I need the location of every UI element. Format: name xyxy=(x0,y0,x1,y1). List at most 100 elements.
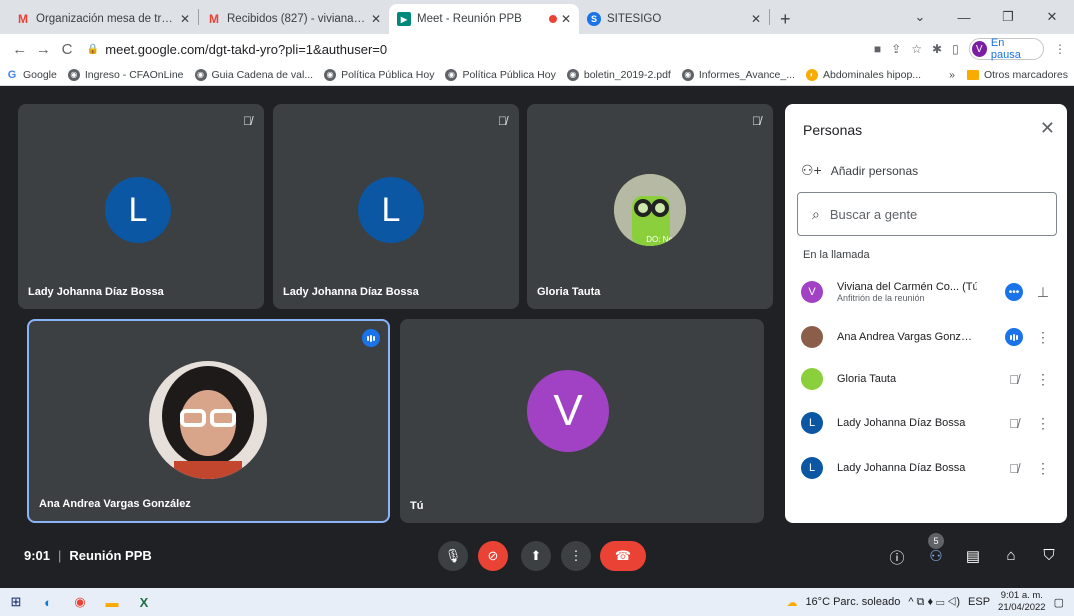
bookmark-google[interactable]: G Google xyxy=(6,69,57,81)
participant-tile-active[interactable]: Ana Andrea Vargas González xyxy=(27,319,390,523)
participant-name: Lady Johanna Díaz Bossa xyxy=(28,286,164,298)
restore-button[interactable]: ❐ xyxy=(986,9,1030,25)
speaking-indicator-icon xyxy=(362,329,380,347)
more-options-icon[interactable]: ⋮ xyxy=(1029,371,1057,388)
globe-icon: ◉ xyxy=(566,68,579,81)
notifications-icon[interactable]: ▢ xyxy=(1054,596,1064,609)
url-field[interactable]: 🔒 meet.google.com/dgt-takd-yro?pli=1&aut… xyxy=(87,37,874,61)
section-heading: En la llamada xyxy=(803,249,870,261)
mic-off-icon: 🎙̸ xyxy=(243,114,252,128)
info-icon[interactable]: ⓘ xyxy=(886,547,908,568)
minimize-button[interactable]: — xyxy=(942,10,986,25)
language-indicator[interactable]: ESP xyxy=(968,596,990,608)
close-tab-icon[interactable]: ✕ xyxy=(561,12,571,26)
close-tab-icon[interactable]: ✕ xyxy=(371,12,381,26)
bookmark-politica-1[interactable]: ◉ Política Pública Hoy xyxy=(324,68,434,81)
windows-start-icon[interactable]: ⊞ xyxy=(0,588,32,616)
pin-icon[interactable]: ⊥ xyxy=(1029,284,1057,301)
activities-icon[interactable]: ⌂ xyxy=(1000,547,1022,564)
close-tab-icon[interactable]: ✕ xyxy=(180,12,190,26)
person-row[interactable]: V Viviana del Carmén Co... (Tú) Anfitrió… xyxy=(801,274,1057,310)
globe-icon: ◉ xyxy=(324,68,337,81)
mic-off-icon: 🎙̸ xyxy=(1009,371,1019,387)
participant-name: Ana Andrea Vargas González xyxy=(39,498,191,510)
bookmark-informes[interactable]: ◉ Informes_Avance_... xyxy=(681,68,795,81)
meeting-name: Reunión PPB xyxy=(69,548,152,563)
browser-tab-bar: M Organización mesa de trabajo PP ✕ M Re… xyxy=(0,0,1074,34)
tray-icons[interactable]: ^ ⧉ ♦ ▭ ◁) xyxy=(908,596,960,609)
participant-tile[interactable]: 🎙̸ DO: Nerd Gloria Tauta xyxy=(527,104,773,309)
file-explorer-icon[interactable]: ▬ xyxy=(96,588,128,616)
tab-sitesigo[interactable]: S SITESIGO ✕ xyxy=(579,4,769,34)
participant-tile-self[interactable]: V Tú xyxy=(400,319,764,523)
back-button[interactable]: ← xyxy=(8,41,32,58)
speaking-indicator-icon: ••• xyxy=(1003,283,1025,301)
profile-status: En pausa xyxy=(990,37,1021,61)
window-controls: ⌄ — ❐ ✕ xyxy=(898,0,1074,34)
edge-icon[interactable]: ◐ xyxy=(32,588,64,616)
bookmark-cfaonline[interactable]: ◉ Ingreso - CFAOnLine xyxy=(67,68,184,81)
tab-search-icon[interactable]: ⌄ xyxy=(898,9,942,25)
chat-icon[interactable]: ▤ xyxy=(962,547,984,565)
address-bar: ← → C 🔒 meet.google.com/dgt-takd-yro?pli… xyxy=(0,34,1074,64)
camera-off-button[interactable]: ⊘ xyxy=(478,541,508,571)
hang-up-button[interactable]: ☎ xyxy=(600,541,646,571)
tab-title: Recibidos (827) - viviana.contrera xyxy=(227,13,367,25)
chrome-icon[interactable]: ◉ xyxy=(64,588,96,616)
menu-icon[interactable]: ⋮ xyxy=(1054,42,1066,56)
bookmark-abdominales[interactable]: ◐ Abdominales hipop... xyxy=(805,68,921,81)
extensions-icon[interactable]: ✱ xyxy=(932,42,942,56)
close-tab-icon[interactable]: ✕ xyxy=(751,12,761,26)
camera-icon[interactable]: ■ xyxy=(874,42,881,56)
bookmark-guia[interactable]: ◉ Guia Cadena de val... xyxy=(194,68,313,81)
clock[interactable]: 9:01 a. m. 21/04/2022 xyxy=(998,590,1046,614)
weather-icon: ☁ xyxy=(786,596,798,609)
people-icon[interactable]: ⚇ xyxy=(925,547,947,565)
microphone-button[interactable]: 🎙 xyxy=(438,541,468,571)
host-controls-icon[interactable]: ⛉ xyxy=(1038,547,1060,564)
search-icon: ⌕ xyxy=(812,205,820,222)
person-row[interactable]: Ana Andrea Vargas Gonzál... ⋮ xyxy=(801,319,1057,355)
close-window-button[interactable]: ✕ xyxy=(1030,9,1074,25)
google-icon: G xyxy=(7,68,17,81)
search-placeholder: Buscar a gente xyxy=(829,206,918,222)
gmail-icon: M xyxy=(18,12,28,26)
chevron-right-icon[interactable]: » xyxy=(949,69,955,81)
person-row[interactable]: L Lady Johanna Díaz Bossa 🎙̸ ⋮ xyxy=(801,450,1057,486)
present-screen-button[interactable]: ⬆ xyxy=(521,541,551,571)
forward-button[interactable]: → xyxy=(32,41,56,58)
folder-icon xyxy=(966,69,979,80)
share-icon[interactable]: ⇪ xyxy=(891,42,901,56)
profile-avatar: V xyxy=(971,41,987,57)
bookmark-boletin[interactable]: ◉ boletin_2019-2.pdf xyxy=(566,68,671,81)
person-row[interactable]: L Lady Johanna Díaz Bossa 🎙̸ ⋮ xyxy=(801,405,1057,441)
excel-icon[interactable]: X xyxy=(128,588,160,616)
more-options-button[interactable]: ⋮ xyxy=(561,541,591,571)
person-row[interactable]: Gloria Tauta 🎙̸ ⋮ xyxy=(801,361,1057,397)
other-bookmarks[interactable]: » Otros marcadores xyxy=(949,69,1068,81)
bookmark-label: Informes_Avance_... xyxy=(698,68,795,81)
tab-title: SITESIGO xyxy=(607,13,662,25)
tab-meet[interactable]: ▶ Meet - Reunión PPB ✕ xyxy=(389,4,579,34)
sidepanel-icon[interactable]: ▯ xyxy=(952,42,959,56)
reload-button[interactable]: C xyxy=(55,41,79,58)
bookmark-politica-2[interactable]: ◉ Política Pública Hoy xyxy=(445,68,556,81)
clock-time: 9:01 a. m. xyxy=(1000,590,1043,601)
participant-tile[interactable]: 🎙̸ L Lady Johanna Díaz Bossa xyxy=(273,104,519,309)
tab-recibidos[interactable]: M Recibidos (827) - viviana.contrera ✕ xyxy=(199,4,389,34)
search-input[interactable]: ⌕ Buscar a gente xyxy=(797,192,1057,236)
add-people-button[interactable]: ⚇+ Añadir personas xyxy=(801,162,918,179)
person-name: Lady Johanna Díaz Bossa xyxy=(837,417,966,429)
orange-icon: ◐ xyxy=(805,68,818,81)
participant-tile[interactable]: 🎙̸ L Lady Johanna Díaz Bossa xyxy=(18,104,264,309)
mic-off-icon: 🎙̸ xyxy=(1009,460,1019,476)
tab-organizacion[interactable]: M Organización mesa de trabajo PP ✕ xyxy=(8,4,198,34)
more-options-icon[interactable]: ⋮ xyxy=(1029,415,1057,432)
new-tab-button[interactable]: + xyxy=(770,4,801,34)
profile-button[interactable]: V En pausa xyxy=(968,37,1044,61)
star-icon[interactable]: ☆ xyxy=(911,42,922,56)
weather-text[interactable]: 16°C Parc. soleado xyxy=(805,596,900,608)
close-icon[interactable]: ✕ xyxy=(1040,118,1055,139)
more-options-icon[interactable]: ⋮ xyxy=(1029,329,1057,346)
more-options-icon[interactable]: ⋮ xyxy=(1029,460,1057,477)
